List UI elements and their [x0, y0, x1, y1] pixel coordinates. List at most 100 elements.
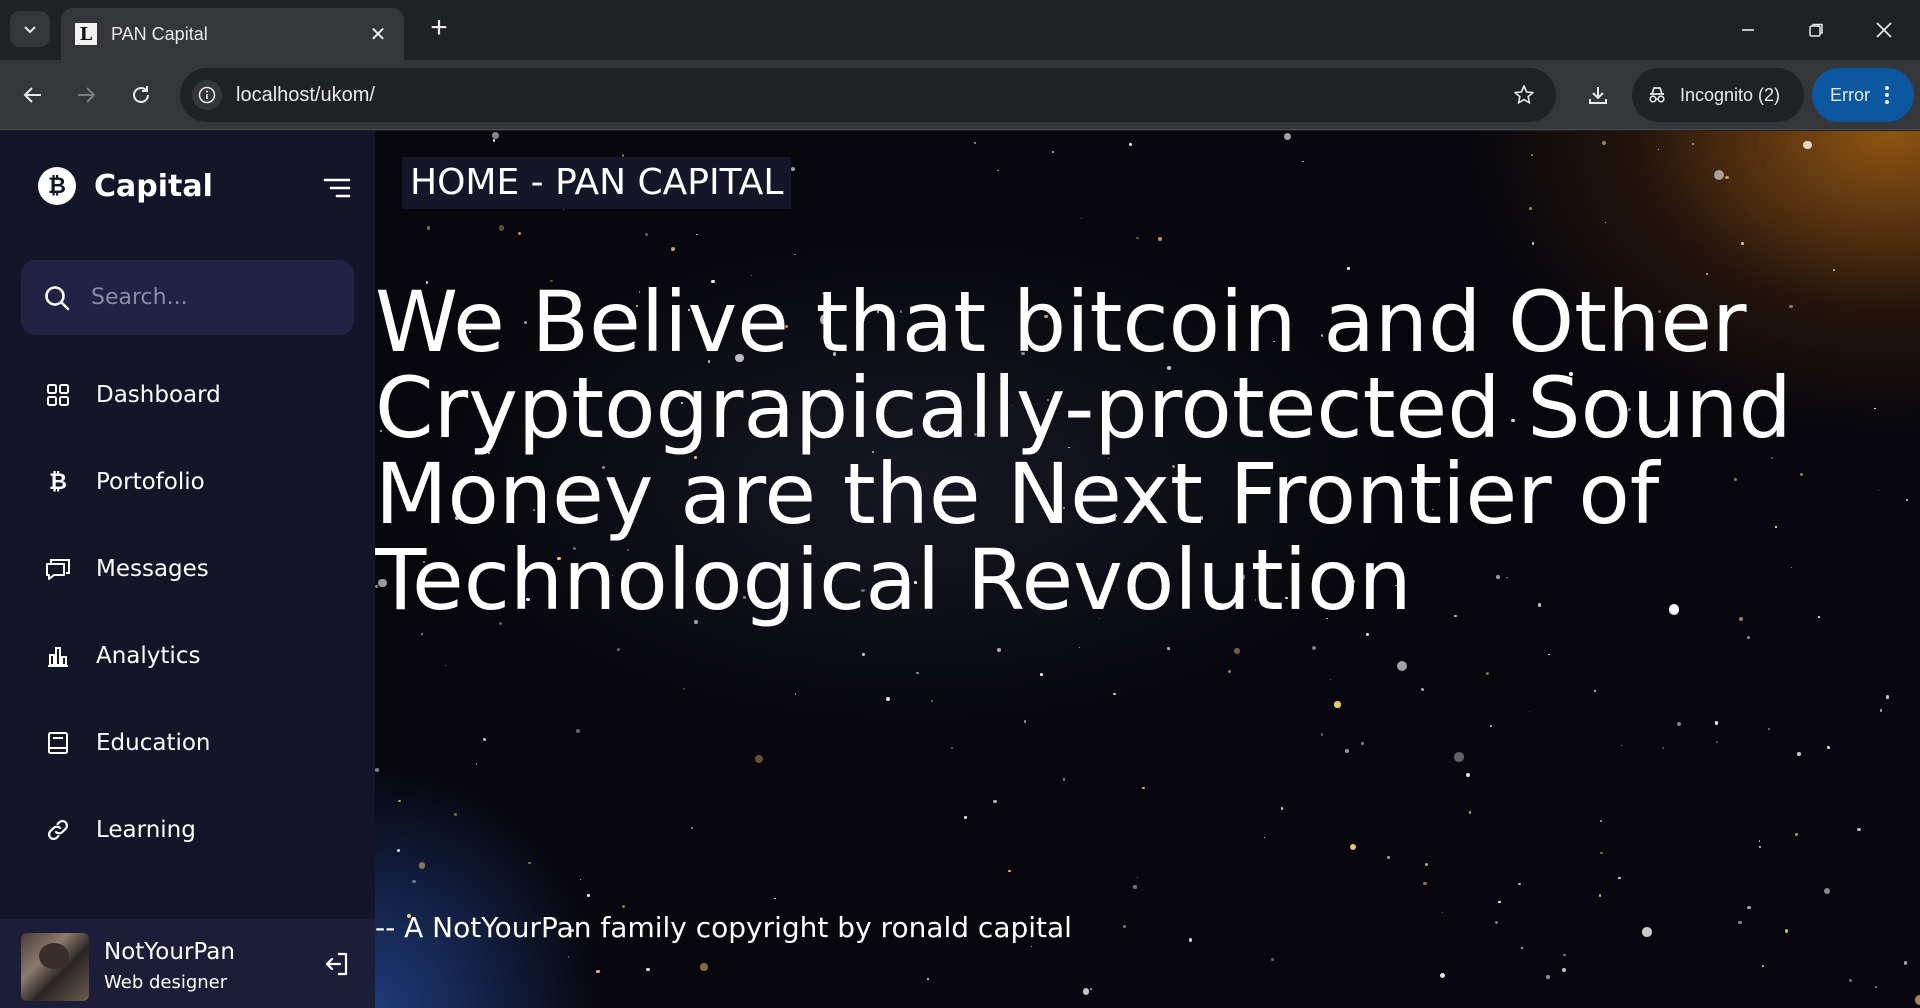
star-particle [1136, 237, 1139, 240]
menu-toggle-button[interactable] [322, 175, 352, 201]
star-particle [1562, 953, 1566, 957]
close-window-button[interactable] [1864, 10, 1904, 50]
star-particle [1334, 701, 1341, 708]
profile-error-button[interactable]: Error [1812, 68, 1914, 122]
sidebar-item-portofolio[interactable]: ₿ Portofolio [0, 438, 375, 525]
more-vertical-icon[interactable] [1884, 84, 1890, 106]
star-particle [1877, 489, 1880, 492]
star-particle [997, 169, 999, 172]
star-particle [617, 648, 620, 651]
address-bar[interactable]: localhost/ukom/ [180, 68, 1556, 122]
star-particle [1329, 678, 1332, 681]
star-particle [1600, 852, 1603, 855]
sidebar-item-learning[interactable]: Learning [0, 786, 375, 873]
browser-tab[interactable]: L PAN Capital ✕ [61, 8, 404, 60]
star-particle [1758, 840, 1761, 842]
star-particle [397, 848, 401, 853]
star-particle [418, 862, 426, 870]
star-particle [790, 167, 795, 172]
star-particle [1497, 900, 1501, 904]
link-icon [44, 816, 72, 844]
star-particle [1158, 237, 1163, 242]
restore-button[interactable] [1796, 10, 1836, 50]
star-particle [586, 893, 590, 898]
star-particle [1600, 820, 1603, 823]
star-particle [1715, 741, 1719, 744]
site-info-icon[interactable] [192, 80, 222, 110]
star-particle [931, 700, 934, 703]
star-particle [482, 737, 486, 742]
star-particle [580, 878, 582, 880]
star-particle [621, 904, 625, 908]
sidebar: ₿ Capital Dashboard ₿ Portofolio [0, 131, 375, 1008]
star-particle [412, 879, 417, 884]
hero-footer: -- A NotYourPan family copyright by rona… [375, 911, 1072, 944]
back-button[interactable] [13, 75, 53, 115]
star-particle [1008, 869, 1012, 873]
star-particle [398, 800, 401, 803]
reload-button[interactable] [121, 75, 161, 115]
star-particle [1914, 995, 1920, 1005]
star-particle [1485, 672, 1489, 676]
star-particle [1714, 721, 1719, 725]
star-particle [1879, 709, 1883, 712]
downloads-button[interactable] [1578, 75, 1618, 115]
star-particle [1528, 207, 1532, 211]
sidebar-item-messages[interactable]: Messages [0, 525, 375, 612]
download-icon [1589, 87, 1607, 104]
sidebar-item-education[interactable]: Education [0, 699, 375, 786]
star-particle [1062, 778, 1066, 781]
page-title: HOME - PAN CAPITAL [402, 157, 792, 209]
star-particle [1490, 725, 1492, 727]
star-particle [1747, 635, 1751, 639]
url-text[interactable]: localhost/ukom/ [236, 84, 1504, 107]
grid-icon [44, 381, 72, 409]
star-particle [1903, 961, 1908, 965]
star-particle [1747, 905, 1751, 910]
new-tab-button[interactable]: + [424, 13, 454, 44]
star-particle [1598, 894, 1602, 897]
tab-search-button[interactable] [10, 11, 50, 47]
logout-button[interactable] [322, 949, 352, 979]
star-particle [1233, 648, 1240, 654]
star-particle [1089, 987, 1092, 991]
brand[interactable]: ₿ Capital [38, 167, 213, 205]
sidebar-item-analytics[interactable]: Analytics [0, 612, 375, 699]
forward-button[interactable] [66, 75, 106, 115]
star-particle [1691, 143, 1694, 146]
star-particle [1397, 661, 1408, 672]
star-particle [1442, 912, 1444, 914]
star-particle [1827, 746, 1831, 750]
arrow-left-icon [23, 87, 41, 103]
minimize-button[interactable] [1728, 10, 1768, 50]
profile-name: NotYourPan [104, 939, 235, 965]
star-particle [1531, 153, 1534, 156]
star-particle [1518, 882, 1521, 886]
incognito-label: Incognito (2) [1680, 84, 1781, 105]
sidebar-item-label: Education [96, 729, 211, 756]
profile-role: Web designer [104, 972, 228, 993]
star-particle [1302, 160, 1304, 163]
search-input[interactable] [91, 285, 331, 310]
bookmark-star-icon[interactable] [1504, 75, 1544, 115]
star-particle [1885, 695, 1890, 699]
user-profile: NotYourPan Web designer [0, 919, 375, 1008]
star-particle [567, 956, 570, 958]
incognito-icon [1646, 84, 1668, 106]
star-particle [1083, 988, 1090, 995]
star-particle [1833, 269, 1836, 272]
star-particle [596, 969, 600, 974]
sidebar-item-dashboard[interactable]: Dashboard [0, 351, 375, 438]
avatar[interactable] [21, 933, 89, 1001]
star-particle [1857, 827, 1861, 832]
star-particle [492, 132, 499, 139]
brand-name: Capital [94, 168, 213, 204]
incognito-indicator[interactable]: Incognito (2) [1632, 68, 1804, 122]
star-particle [1454, 752, 1464, 762]
star-particle [1795, 833, 1798, 836]
close-tab-icon[interactable]: ✕ [366, 22, 390, 47]
star-particle [1264, 837, 1266, 839]
star-particle [498, 225, 505, 231]
star-particle [1387, 856, 1391, 860]
search-box[interactable] [21, 260, 354, 335]
